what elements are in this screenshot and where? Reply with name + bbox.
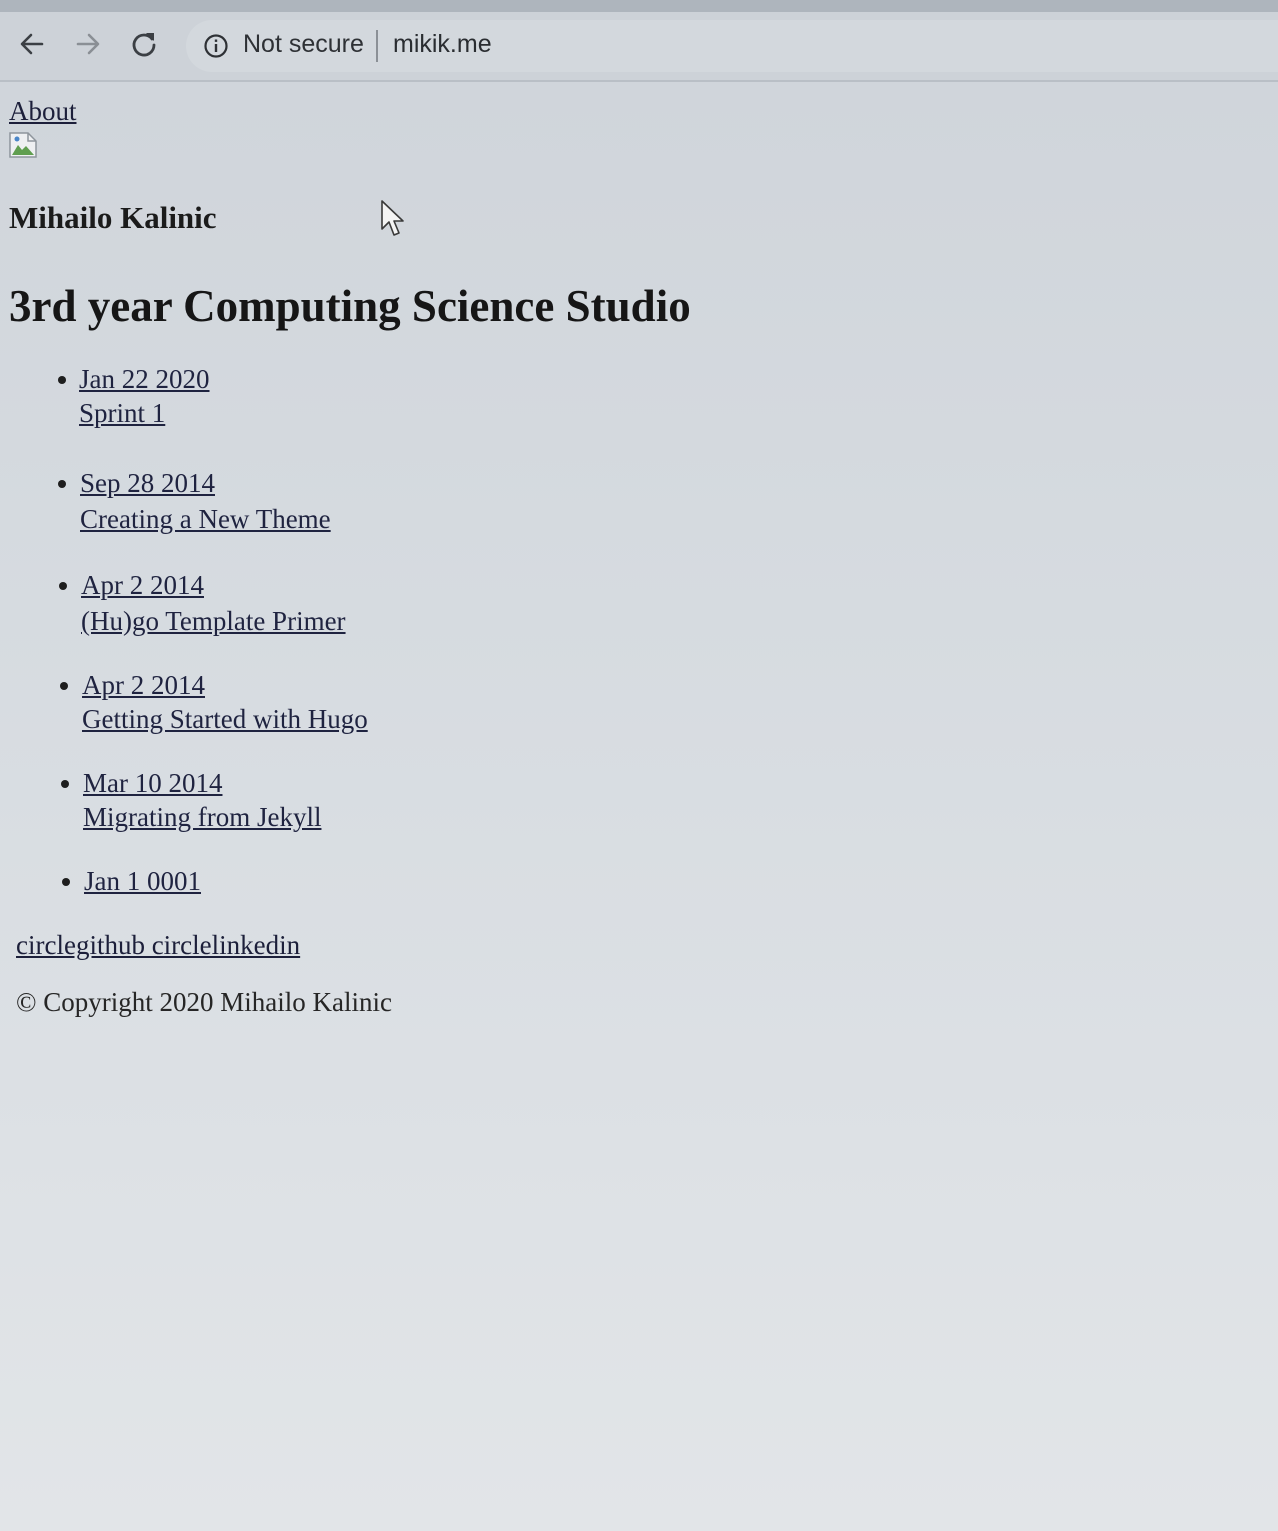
post-date-link[interactable]: Mar 10 2014	[83, 768, 222, 799]
post-title-link[interactable]: Creating a New Theme	[80, 504, 331, 535]
list-bullet	[60, 682, 68, 690]
section-title: 3rd year Computing Science Studio	[9, 281, 691, 331]
back-arrow-icon[interactable]	[16, 26, 48, 62]
post-title-link[interactable]: Migrating from Jekyll	[83, 802, 321, 833]
url-text[interactable]: mikik.me	[393, 30, 492, 59]
post-title-link[interactable]: Sprint 1	[79, 398, 165, 429]
author-name: Mihailo Kalinic	[9, 200, 217, 235]
window-top-strip	[0, 0, 1278, 12]
social-links[interactable]: circlegithub circlelinkedin	[16, 930, 300, 961]
post-title-link[interactable]: (Hu)go Template Primer	[81, 606, 346, 637]
forward-arrow-icon[interactable]	[72, 26, 104, 62]
reload-icon[interactable]	[128, 26, 160, 62]
browser-toolbar: Not secure mikik.me	[0, 12, 1278, 82]
post-title-link[interactable]: Getting Started with Hugo	[82, 704, 368, 735]
list-bullet	[58, 376, 66, 384]
security-status-text[interactable]: Not secure	[243, 30, 364, 59]
list-bullet	[61, 780, 69, 788]
post-date-link[interactable]: Apr 2 2014	[82, 670, 205, 701]
copyright-text: © Copyright 2020 Mihailo Kalinic	[16, 987, 392, 1017]
about-link[interactable]: About	[9, 96, 77, 127]
address-bar[interactable]: Not secure mikik.me	[186, 20, 1278, 72]
list-bullet	[58, 480, 66, 488]
mouse-cursor-icon	[381, 200, 404, 236]
info-icon[interactable]	[202, 32, 230, 60]
list-bullet	[59, 582, 67, 590]
post-date-link[interactable]: Jan 1 0001	[84, 866, 201, 897]
broken-image-icon	[9, 132, 37, 158]
list-bullet	[62, 878, 70, 886]
post-date-link[interactable]: Apr 2 2014	[81, 570, 204, 601]
post-date-link[interactable]: Sep 28 2014	[80, 468, 215, 499]
post-date-link[interactable]: Jan 22 2020	[79, 364, 210, 395]
omnibox-separator	[376, 30, 378, 62]
